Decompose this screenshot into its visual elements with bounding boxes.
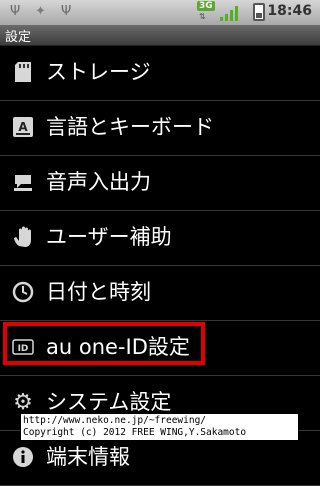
- settings-item-label: 日付と時刻: [46, 280, 151, 304]
- settings-item-date-time[interactable]: 日付と時刻: [0, 266, 320, 321]
- storage-icon: [12, 61, 34, 83]
- settings-item-label: 言語とキーボード: [46, 115, 214, 139]
- usb-icon: Ψ: [10, 4, 21, 19]
- usb-icon: Ψ: [61, 4, 72, 19]
- battery-icon: [253, 3, 265, 21]
- clock-icon: [12, 281, 34, 303]
- settings-item-label: ストレージ: [46, 60, 151, 84]
- gear-icon: ⚙: [13, 389, 33, 415]
- settings-item-label: 音声入出力: [46, 170, 151, 194]
- 3g-icon: 3G: [197, 1, 215, 11]
- credit-url: http://www.neko.ne.jp/~freewing/: [23, 415, 207, 426]
- settings-item-label: 端末情報: [46, 445, 130, 469]
- voice-icon: [12, 171, 34, 193]
- settings-item-voice[interactable]: 音声入出力: [0, 156, 320, 211]
- settings-item-storage[interactable]: ストレージ: [0, 46, 320, 101]
- data-arrows-icon: ⇅: [199, 12, 206, 21]
- android-debug-icon: ✦: [35, 4, 46, 19]
- settings-item-language-keyboard[interactable]: A 言語とキーボード: [0, 101, 320, 156]
- status-bar: Ψ ✦ Ψ 3G ⇅ 18:46: [0, 0, 320, 25]
- settings-item-label: ユーザー補助: [46, 225, 172, 249]
- settings-item-label: システム設定: [46, 390, 172, 414]
- credit-copyright: Copyright (c) 2012 FREE WING,Y.Sakamoto: [23, 427, 247, 438]
- keyboard-icon: A: [12, 116, 34, 138]
- credit-watermark: http://www.neko.ne.jp/~freewing/ Copyrig…: [20, 413, 299, 441]
- status-time: 18:46: [267, 3, 312, 19]
- settings-item-accessibility[interactable]: ユーザー補助: [0, 211, 320, 266]
- signal-icon: [220, 5, 240, 21]
- title-bar: 設定: [0, 25, 320, 46]
- info-icon: [12, 446, 34, 468]
- page-title: 設定: [5, 30, 32, 45]
- svg-text:A: A: [18, 120, 28, 134]
- highlight-box: [3, 322, 205, 365]
- accessibility-icon: [12, 226, 34, 248]
